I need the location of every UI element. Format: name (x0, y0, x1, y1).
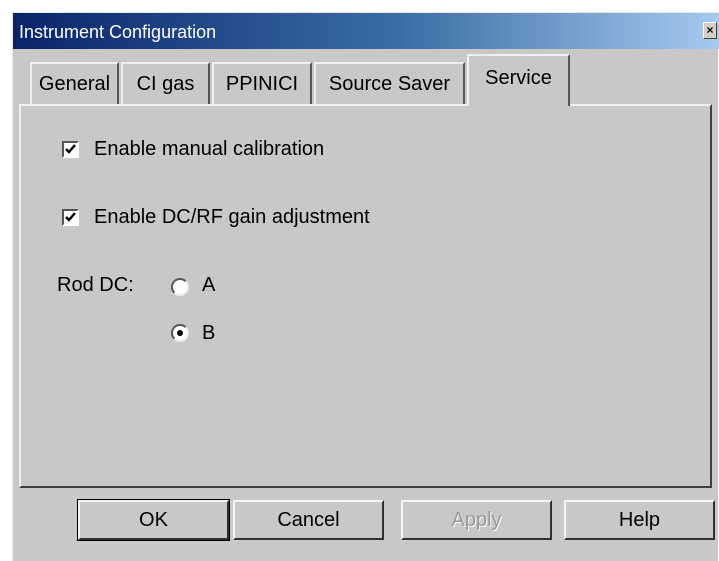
rod-dc-option-b-label[interactable]: B (202, 322, 215, 345)
rod-dc-radio-a[interactable] (171, 278, 189, 296)
check-icon (65, 144, 76, 154)
window-title: Instrument Configuration (19, 22, 217, 42)
check-icon (65, 212, 76, 222)
manual-calibration-label[interactable]: Enable manual calibration (94, 138, 324, 161)
rod-dc-label: Rod DC: (57, 274, 134, 296)
radio-selected-dot (177, 330, 183, 336)
dcrf-gain-checkbox[interactable] (62, 209, 79, 226)
tab-service[interactable]: Service (467, 54, 570, 106)
tab-label: PPINICI (225, 73, 299, 95)
tab-ci-gas[interactable]: CI gas (121, 62, 210, 104)
tab-source-saver[interactable]: Source Saver (314, 62, 465, 104)
rod-dc-option-a-label[interactable]: A (202, 274, 215, 297)
dcrf-gain-label[interactable]: Enable DC/RF gain adjustment (94, 206, 370, 229)
tab-general[interactable]: General (30, 62, 119, 104)
ok-button[interactable]: OK (77, 499, 230, 541)
close-button[interactable]: × (703, 22, 717, 39)
manual-calibration-checkbox[interactable] (62, 141, 79, 158)
apply-button[interactable]: Apply (401, 500, 552, 540)
help-button[interactable]: Help (564, 500, 715, 540)
cancel-button[interactable]: Cancel (233, 500, 384, 540)
rod-dc-radio-b[interactable] (171, 324, 189, 342)
tab-ppinici[interactable]: PPINICI (212, 62, 312, 104)
tab-label: Service (485, 67, 552, 89)
tab-label: General (38, 73, 111, 95)
tab-label: Source Saver (328, 73, 451, 95)
close-icon: × (706, 23, 714, 37)
tab-label: CI gas (136, 73, 195, 95)
title-bar[interactable]: Instrument Configuration × (13, 13, 719, 49)
